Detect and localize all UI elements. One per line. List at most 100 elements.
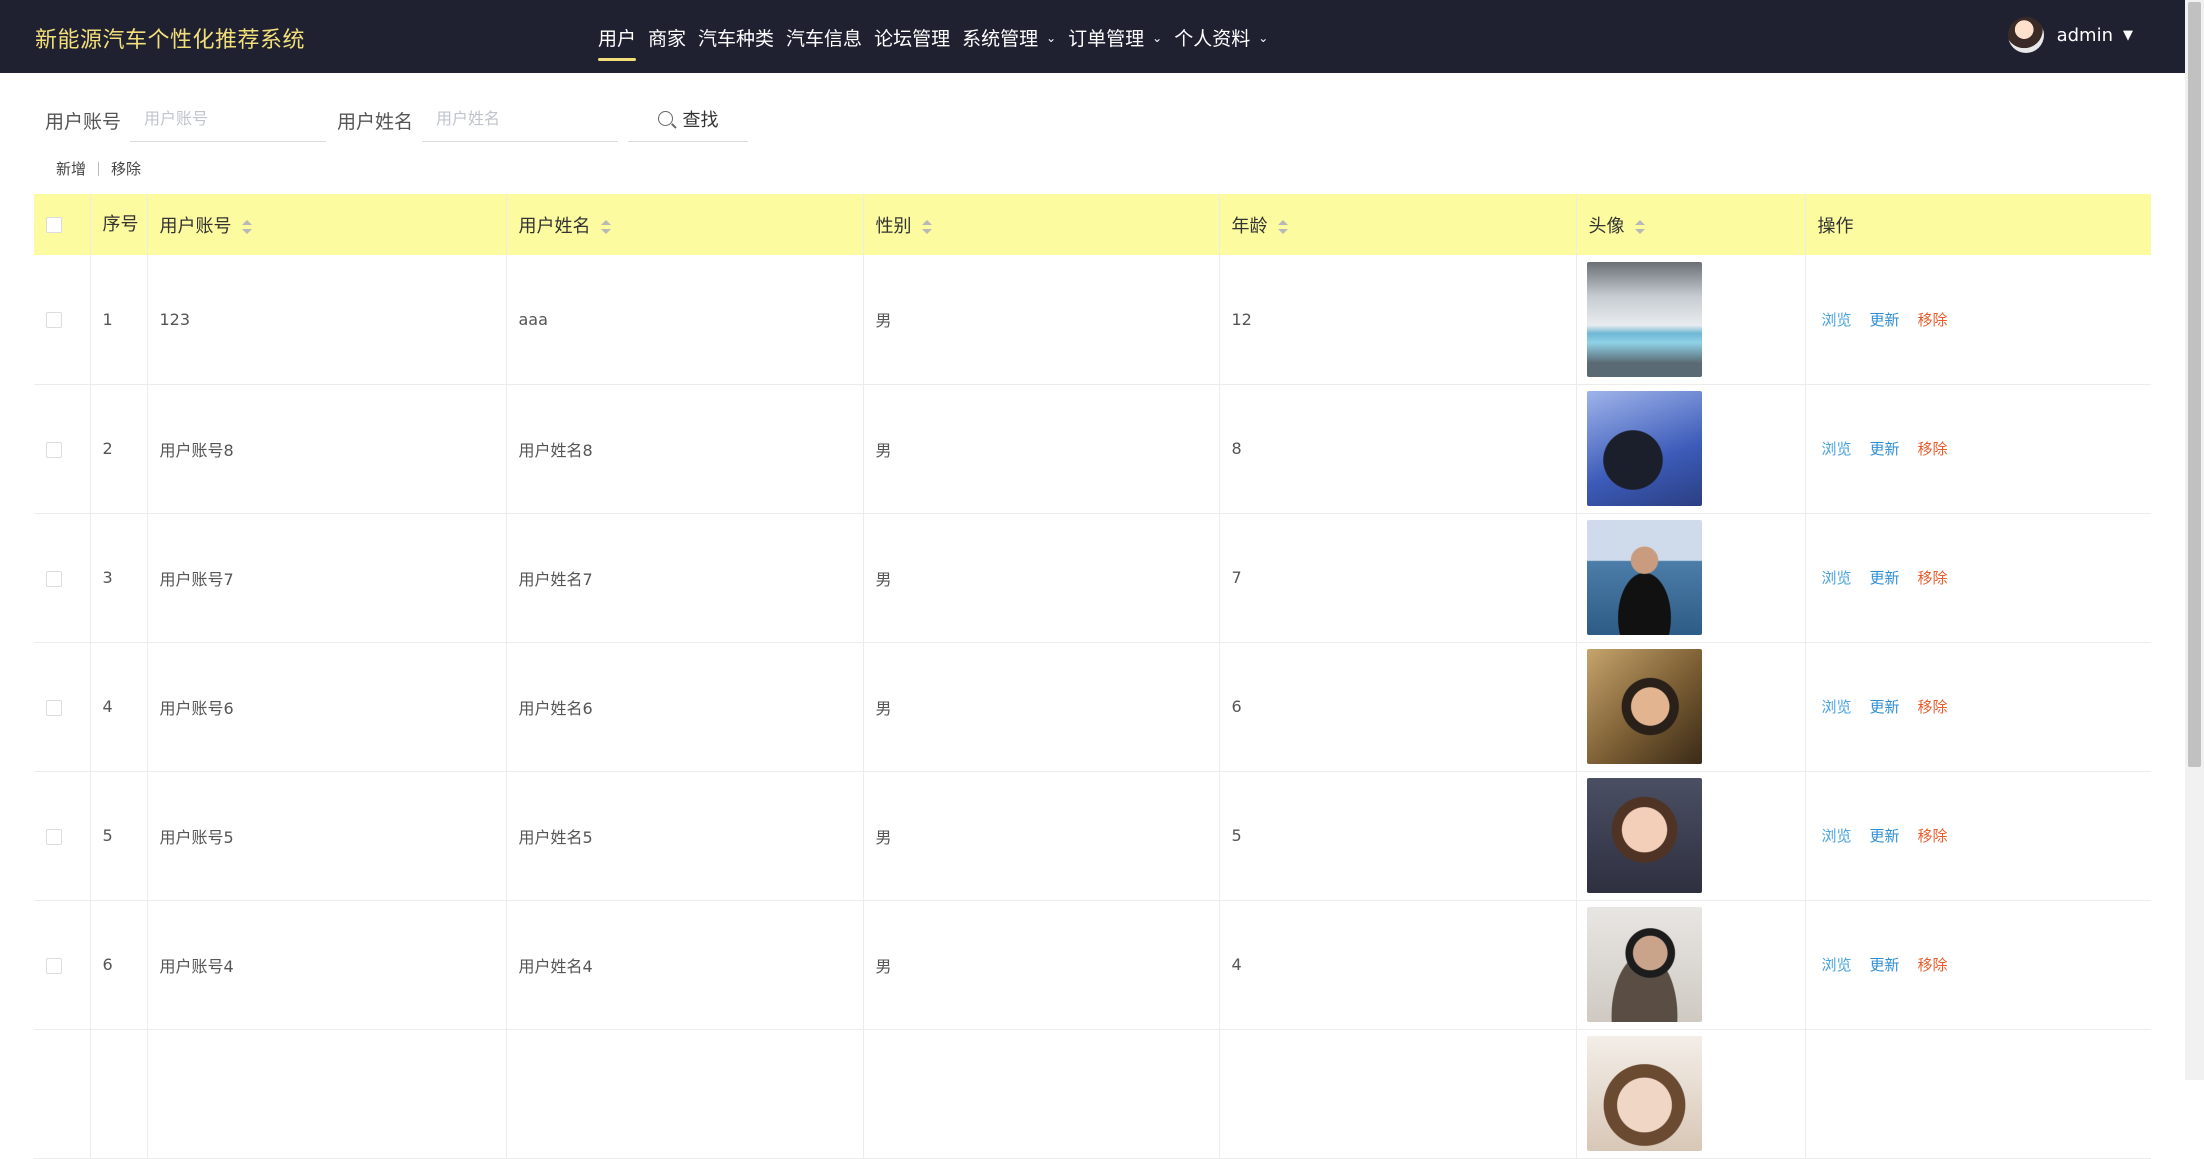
view-button[interactable]: 浏览 xyxy=(1822,698,1852,716)
gender-cell xyxy=(863,1029,1220,1158)
column-header-age[interactable]: 年龄 xyxy=(1219,194,1577,255)
age-cell: 5 xyxy=(1219,771,1577,900)
nav-label: 个人资料 xyxy=(1174,28,1251,50)
nav-item-users[interactable]: 用户 xyxy=(598,0,637,73)
table-row: 2 用户账号8 用户姓名8 男 8 浏览 更新 移除 xyxy=(34,384,2151,513)
column-header-avatar[interactable]: 头像 xyxy=(1576,194,1806,255)
row-checkbox[interactable] xyxy=(46,957,62,974)
update-button[interactable]: 更新 xyxy=(1870,440,1900,458)
user-menu[interactable]: admin ▼ xyxy=(2007,17,2133,53)
avatar-image[interactable] xyxy=(1586,907,1702,1022)
avatar-cell xyxy=(1576,900,1806,1029)
update-button[interactable]: 更新 xyxy=(1870,569,1900,587)
sort-icon[interactable] xyxy=(1277,219,1288,234)
column-header-gender[interactable]: 性别 xyxy=(863,194,1220,255)
name-search-input[interactable] xyxy=(422,96,618,142)
account-cell: 用户账号4 xyxy=(147,900,507,1029)
column-header-name[interactable]: 用户姓名 xyxy=(506,194,864,255)
app-title: 新能源汽车个性化推荐系统 xyxy=(35,28,306,53)
search-icon xyxy=(657,111,673,126)
column-header-label: 年龄 xyxy=(1231,215,1268,237)
ops-cell: 浏览 更新 移除 xyxy=(1805,642,2151,771)
view-button[interactable]: 浏览 xyxy=(1822,827,1852,845)
remove-button[interactable]: 移除 xyxy=(1918,440,1948,458)
remove-selected-button[interactable]: 移除 xyxy=(111,158,141,179)
nav-item-car-types[interactable]: 汽车种类 xyxy=(698,0,774,73)
remove-button[interactable]: 移除 xyxy=(1918,311,1948,329)
account-cell: 用户账号7 xyxy=(147,513,507,642)
ops-cell: 浏览 更新 移除 xyxy=(1805,771,2151,900)
row-checkbox[interactable] xyxy=(46,312,62,329)
nav-item-system[interactable]: 系统管理 ⌄ xyxy=(962,0,1056,73)
nav-item-profile[interactable]: 个人资料 ⌄ xyxy=(1174,0,1268,73)
seq-cell: 3 xyxy=(90,513,148,642)
name-cell xyxy=(506,1029,864,1158)
seq-cell: 4 xyxy=(90,642,148,771)
select-all-checkbox[interactable] xyxy=(46,217,62,233)
chevron-down-icon: ⌄ xyxy=(1046,31,1057,45)
row-checkbox[interactable] xyxy=(46,570,62,587)
seq-cell: 5 xyxy=(90,771,148,900)
avatar-cell xyxy=(1576,513,1806,642)
avatar-image[interactable] xyxy=(1586,1036,1702,1151)
view-button[interactable]: 浏览 xyxy=(1822,440,1852,458)
update-button[interactable]: 更新 xyxy=(1870,311,1900,329)
name-cell: 用户姓名4 xyxy=(506,900,864,1029)
update-button[interactable]: 更新 xyxy=(1870,827,1900,845)
avatar-image[interactable] xyxy=(1586,778,1702,893)
row-checkbox[interactable] xyxy=(46,441,62,458)
sort-icon[interactable] xyxy=(1634,219,1645,234)
gender-cell: 男 xyxy=(863,513,1220,642)
avatar-image[interactable] xyxy=(1586,520,1702,635)
nav-item-car-info[interactable]: 汽车信息 xyxy=(786,0,862,73)
remove-button[interactable]: 移除 xyxy=(1918,698,1948,716)
account-cell: 用户账号8 xyxy=(147,384,507,513)
table-row: 1 123 aaa 男 12 浏览 更新 移除 xyxy=(34,255,2151,384)
row-select-cell xyxy=(34,1029,91,1158)
account-cell xyxy=(147,1029,507,1158)
main-nav: 用户 商家 汽车种类 汽车信息 论坛管理 系统管理 ⌄ 订单管理 ⌄ 个人资料 ⌄ xyxy=(598,0,1280,73)
avatar-image[interactable] xyxy=(1586,649,1702,764)
avatar-image[interactable] xyxy=(1586,391,1702,506)
ops-cell xyxy=(1805,1029,2151,1158)
search-button[interactable]: 查找 xyxy=(628,96,748,142)
avatar-image[interactable] xyxy=(1586,261,1702,377)
age-cell: 4 xyxy=(1219,900,1577,1029)
sort-icon[interactable] xyxy=(921,219,932,234)
gender-cell: 男 xyxy=(863,900,1220,1029)
name-search-label: 用户姓名 xyxy=(337,111,414,133)
row-checkbox[interactable] xyxy=(46,828,62,845)
nav-item-orders[interactable]: 订单管理 ⌄ xyxy=(1068,0,1162,73)
divider xyxy=(98,161,100,176)
view-button[interactable]: 浏览 xyxy=(1822,311,1852,329)
column-header-account[interactable]: 用户账号 xyxy=(147,194,507,255)
account-search-input[interactable] xyxy=(130,96,326,142)
remove-button[interactable]: 移除 xyxy=(1918,827,1948,845)
view-button[interactable]: 浏览 xyxy=(1822,956,1852,974)
remove-button[interactable]: 移除 xyxy=(1918,569,1948,587)
chevron-down-icon: ⌄ xyxy=(1152,31,1163,45)
sort-icon[interactable] xyxy=(600,219,611,234)
row-checkbox[interactable] xyxy=(46,699,62,716)
ops-cell: 浏览 更新 移除 xyxy=(1805,900,2151,1029)
add-button[interactable]: 新增 xyxy=(56,158,86,179)
remove-button[interactable]: 移除 xyxy=(1918,956,1948,974)
scrollbar-thumb[interactable] xyxy=(2188,2,2201,767)
sort-icon[interactable] xyxy=(241,219,252,234)
name-cell: 用户姓名7 xyxy=(506,513,864,642)
name-cell: aaa xyxy=(506,255,864,384)
update-button[interactable]: 更新 xyxy=(1870,956,1900,974)
avatar xyxy=(2007,17,2044,53)
nav-label: 商家 xyxy=(648,28,687,50)
vertical-scrollbar[interactable] xyxy=(2185,0,2204,1080)
row-select-cell xyxy=(34,255,91,384)
nav-item-forum[interactable]: 论坛管理 xyxy=(874,0,950,73)
update-button[interactable]: 更新 xyxy=(1870,698,1900,716)
avatar-cell xyxy=(1576,771,1806,900)
view-button[interactable]: 浏览 xyxy=(1822,569,1852,587)
nav-label: 论坛管理 xyxy=(874,28,951,50)
table-row: 5 用户账号5 用户姓名5 男 5 浏览 更新 移除 xyxy=(34,771,2151,900)
row-select-cell xyxy=(34,642,91,771)
nav-item-merchants[interactable]: 商家 xyxy=(648,0,686,73)
table-header-row: 序号 用户账号 用户姓名 性别 年龄 头像 操作 xyxy=(34,194,2151,255)
